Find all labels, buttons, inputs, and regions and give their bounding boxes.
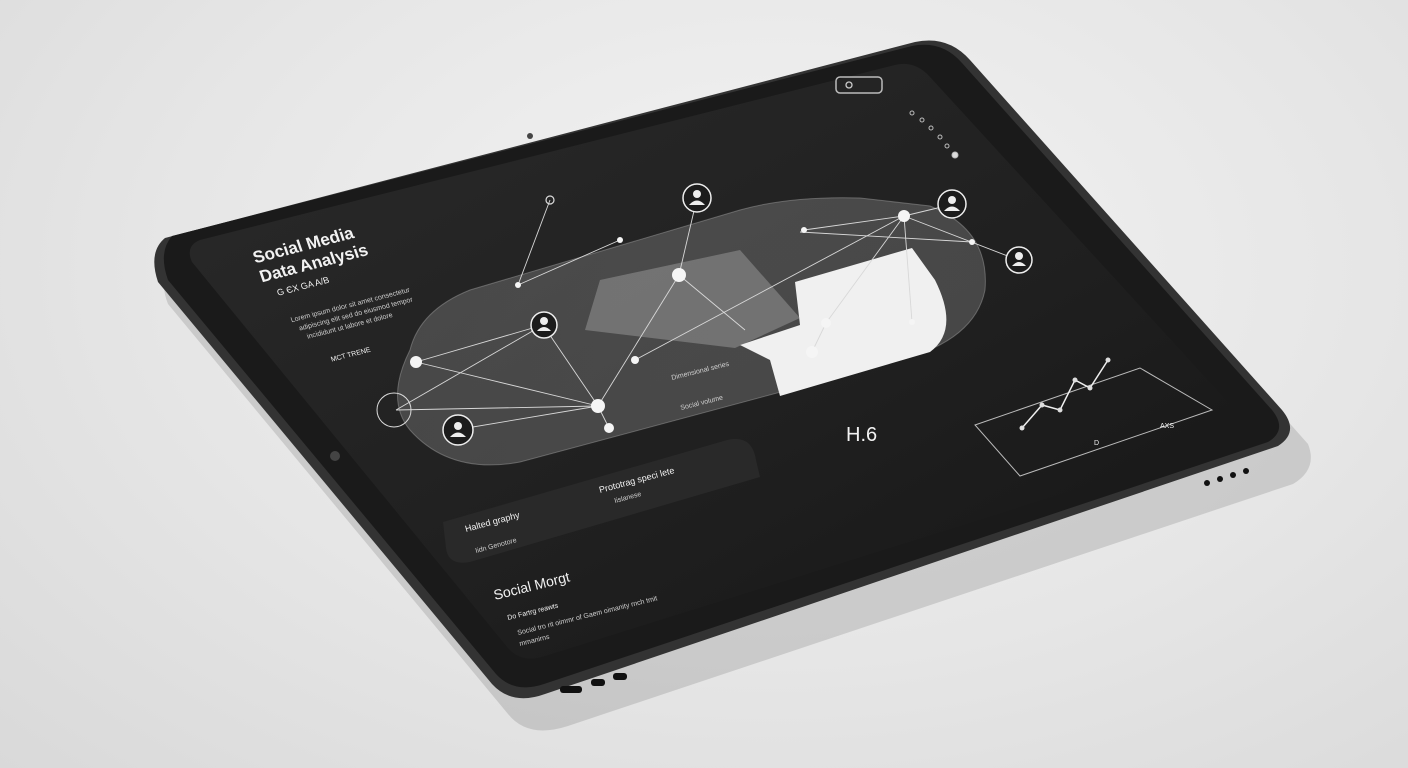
user-node-icon[interactable]	[682, 183, 712, 213]
node	[617, 237, 623, 243]
node	[591, 399, 605, 413]
center-value: H.6	[846, 424, 877, 446]
node	[969, 239, 975, 245]
node	[909, 319, 915, 325]
node	[801, 227, 807, 233]
side-button[interactable]	[330, 451, 340, 461]
node	[631, 356, 639, 364]
node	[515, 282, 521, 288]
chart-axis-label: D	[1094, 440, 1099, 447]
chart-right-label: AXS	[1160, 423, 1174, 430]
node	[604, 423, 614, 433]
user-node-icon[interactable]	[442, 414, 474, 446]
camera-icon	[527, 133, 533, 139]
node	[821, 318, 831, 328]
user-node-icon[interactable]	[937, 189, 967, 219]
node	[898, 210, 910, 222]
user-node-icon[interactable]	[530, 311, 558, 339]
tablet-scene: Social Media Data Analysis G ЄX GA A/B L…	[154, 40, 1311, 731]
node	[672, 268, 686, 282]
node	[410, 356, 422, 368]
node	[806, 346, 818, 358]
user-node-icon[interactable]	[1005, 246, 1033, 274]
